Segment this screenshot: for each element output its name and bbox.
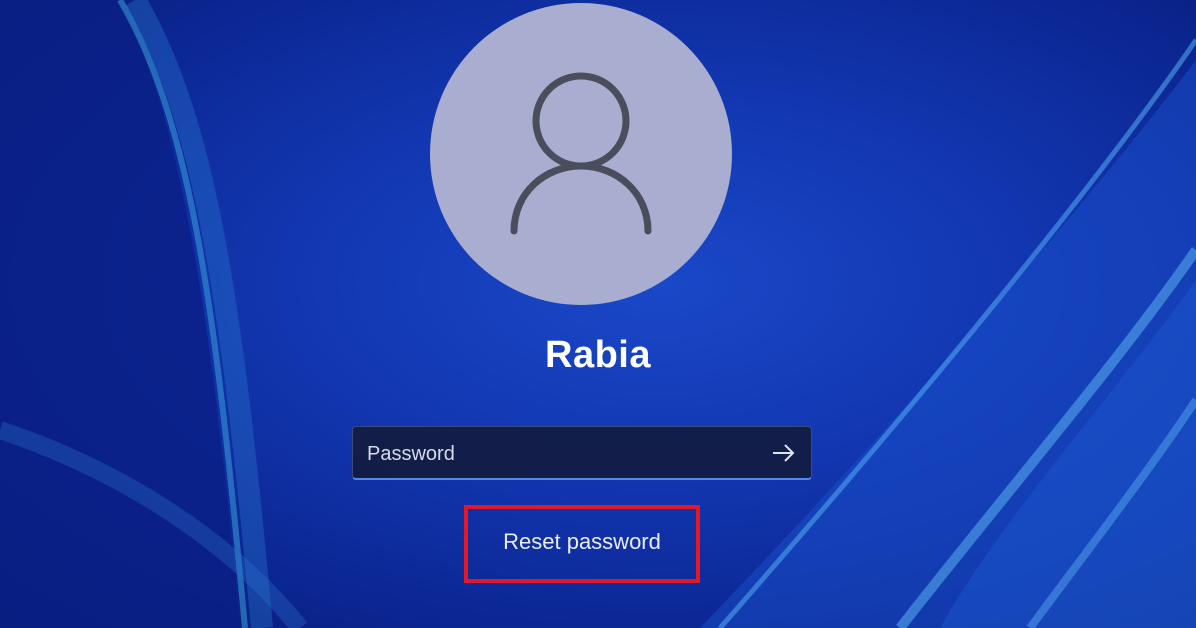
user-avatar	[430, 3, 732, 305]
lock-screen: Rabia Reset password	[0, 0, 1196, 628]
password-input[interactable]	[365, 427, 759, 481]
user-silhouette-icon	[510, 72, 652, 235]
password-field-container	[352, 426, 812, 481]
reset-password-link[interactable]: Reset password	[0, 524, 1164, 560]
arrow-right-icon[interactable]	[769, 439, 799, 467]
account-username: Rabia	[545, 334, 651, 376]
